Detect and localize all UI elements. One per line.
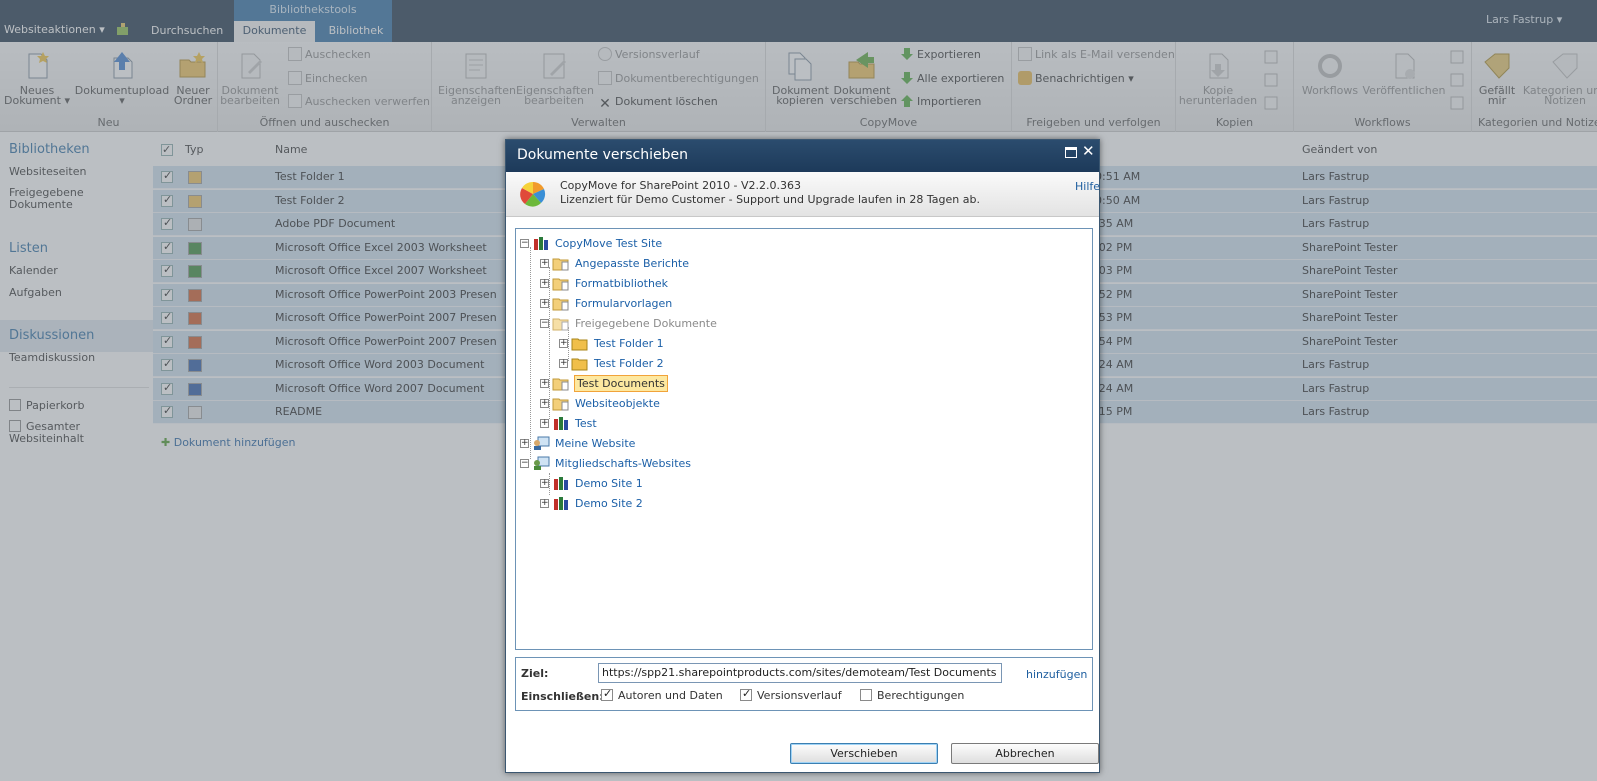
tree-label: Demo Site 1 <box>575 477 643 490</box>
expand-icon[interactable]: + <box>540 299 549 308</box>
my-site-icon <box>534 436 550 450</box>
library-folder-icon <box>552 318 569 331</box>
member-sites-icon <box>534 456 550 470</box>
tree-label: Test Folder 2 <box>594 357 664 370</box>
target-url-input[interactable]: https://spp21.sharepointproducts.com/sit… <box>598 663 1002 683</box>
tree-label: Test <box>575 417 597 430</box>
tree-label: Test Folder 1 <box>594 337 664 350</box>
tree-label: Demo Site 2 <box>575 497 643 510</box>
move-options-panel: Ziel: https://spp21.sharepointproducts.c… <box>515 657 1093 711</box>
permissions-checkbox[interactable] <box>860 689 872 701</box>
permissions-option[interactable]: Berechtigungen <box>860 689 964 705</box>
product-banner: CopyMove for SharePoint 2010 - V2.2.0.36… <box>506 172 1100 217</box>
tree-label: Angepasste Berichte <box>575 257 690 270</box>
tree-label: CopyMove Test Site <box>555 237 663 250</box>
cancel-button[interactable]: Abbrechen <box>951 743 1099 764</box>
include-label: Einschließen: <box>521 690 604 703</box>
add-target-link[interactable]: hinzufügen <box>1026 668 1087 681</box>
tree-label: Mitgliedschafts-Websites <box>555 457 692 470</box>
destination-tree: − CopyMove Test Site + Angepasste Berich… <box>515 228 1093 650</box>
move-documents-dialog: Dokumente verschieben ✕ CopyMove for Sha… <box>505 139 1100 773</box>
license-info: Lizenziert für Demo Customer - Support u… <box>560 193 980 206</box>
dialog-title: Dokumente verschieben <box>517 147 688 163</box>
expand-icon[interactable]: + <box>559 339 568 348</box>
tree-label: Formularvorlagen <box>575 297 673 310</box>
version-history-checkbox[interactable] <box>740 687 752 701</box>
expand-icon[interactable]: + <box>520 439 529 448</box>
expand-icon[interactable]: + <box>540 379 549 388</box>
library-folder-icon <box>552 258 569 271</box>
folder-icon <box>571 358 588 371</box>
tree-label: Formatbibliothek <box>575 277 669 290</box>
library-folder-icon <box>552 278 569 291</box>
expand-icon[interactable]: + <box>540 279 549 288</box>
expand-icon[interactable]: + <box>540 259 549 268</box>
close-icon[interactable]: ✕ <box>1082 142 1095 160</box>
help-link[interactable]: Hilfe <box>1075 180 1100 193</box>
tree-label-selected: Test Documents <box>574 375 668 392</box>
site-icon <box>554 497 568 510</box>
authors-dates-option[interactable]: Autoren und Daten <box>601 687 723 705</box>
dialog-title-bar: Dokumente verschieben ✕ <box>506 140 1099 172</box>
version-history-option[interactable]: Versionsverlauf <box>740 687 842 705</box>
library-folder-icon <box>552 298 569 311</box>
expand-icon[interactable]: + <box>559 359 568 368</box>
library-folder-icon <box>552 378 569 391</box>
site-icon <box>534 237 548 250</box>
expand-icon[interactable]: + <box>540 479 549 488</box>
target-label: Ziel: <box>521 667 549 680</box>
collapse-icon[interactable]: − <box>520 239 529 248</box>
expand-icon[interactable]: + <box>540 499 549 508</box>
tree-label: Freigegebene Dokumente <box>575 317 717 330</box>
library-folder-icon <box>552 398 569 411</box>
maximize-icon[interactable] <box>1065 147 1077 158</box>
site-icon <box>554 477 568 490</box>
tree-label: Websiteobjekte <box>575 397 660 410</box>
move-button[interactable]: Verschieben <box>790 743 938 764</box>
expand-icon[interactable]: + <box>540 419 549 428</box>
tree-label: Meine Website <box>555 437 636 450</box>
authors-dates-checkbox[interactable] <box>601 687 613 701</box>
collapse-icon[interactable]: − <box>540 319 549 328</box>
site-icon <box>554 417 568 430</box>
copymove-logo-icon <box>520 181 546 207</box>
collapse-icon[interactable]: − <box>520 459 529 468</box>
folder-icon <box>571 338 588 351</box>
product-version: CopyMove for SharePoint 2010 - V2.2.0.36… <box>560 179 802 192</box>
expand-icon[interactable]: + <box>540 399 549 408</box>
sharepoint-window: Websiteaktionen ▾ Durchsuchen Bibliothek… <box>0 0 1597 781</box>
